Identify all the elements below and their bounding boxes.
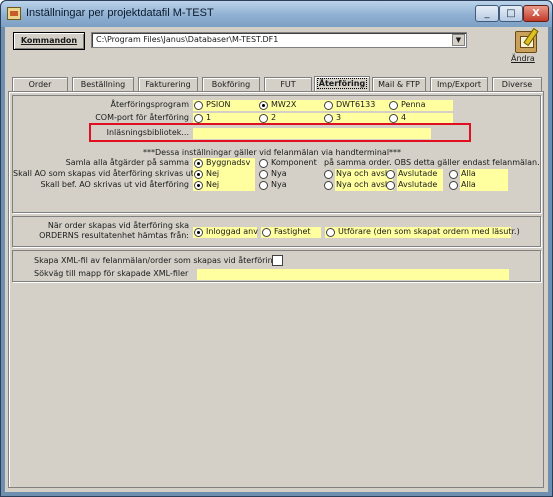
radio-ao-nya-och-avsl-label: Nya och avsl. (336, 169, 390, 178)
return-settings-group: Återföringsprogram PSION MW2X DWT6133 Pe… (12, 95, 541, 213)
radio-existing-nya-och-avsl[interactable] (324, 181, 333, 190)
radio-penna[interactable] (389, 101, 398, 110)
chevron-down-icon[interactable]: ▼ (452, 34, 465, 46)
result-unit-label-1: När order skapas vid återföring ska (47, 221, 189, 230)
radio-mw2x-label: MW2X (271, 100, 297, 109)
xml-folder-label: Sökväg till mapp för skapade XML-filer (34, 269, 189, 278)
return-program-label: Återföringsprogram (110, 100, 189, 109)
radio-utforare[interactable] (326, 228, 335, 237)
radio-inloggad-anv-label: Inloggad anv (206, 227, 258, 236)
radio-ao-alla-label: Alla (461, 169, 476, 178)
radio-gather-byggnadsv-label: Byggnadsv (206, 158, 251, 167)
radio-dwt6133[interactable] (324, 101, 333, 110)
radio-com-3[interactable] (324, 114, 333, 123)
client-area: Kommandon C:\Program Files\Janus\Databas… (5, 27, 548, 492)
handterminal-note: ***Dessa inställningar gäller vid felanm… (143, 148, 402, 157)
xml-create-label: Skapa XML-fil av felanmälan/order som sk… (34, 256, 278, 265)
radio-fastighet[interactable] (262, 228, 271, 237)
radio-ao-nya-label: Nya (271, 169, 287, 178)
existing-ao-label: Skall bef. AO skrivas ut vid återföring (40, 180, 189, 189)
radio-utforare-label: Utförare (den som skapat ordern med läsu… (338, 227, 520, 236)
result-unit-group: När order skapas vid återföring ska ORDE… (12, 216, 541, 247)
radio-com-4-label: 4 (401, 113, 407, 122)
tab-order[interactable]: Order (12, 77, 68, 91)
radio-existing-nya[interactable] (259, 181, 268, 190)
radio-ao-nya-och-avsl[interactable] (324, 170, 333, 179)
radio-existing-alla-label: Alla (461, 180, 476, 189)
edit-button[interactable]: Ändra (511, 28, 541, 70)
tab-page-aterforing: Återföringsprogram PSION MW2X DWT6133 Pe… (8, 91, 544, 488)
edit-document-icon (515, 31, 537, 53)
close-button[interactable]: X (523, 5, 549, 22)
radio-existing-nej-label: Nej (206, 180, 220, 189)
radio-penna-label: Penna (401, 100, 426, 109)
radio-fastighet-label: Fastighet (274, 227, 311, 236)
tab-fut[interactable]: FUT (264, 77, 312, 91)
radio-psion[interactable] (194, 101, 203, 110)
radio-com-1-label: 1 (206, 113, 212, 122)
title-bar[interactable]: Inställningar per projektdatafil M-TEST … (1, 1, 552, 27)
radio-existing-avslutade[interactable] (386, 181, 395, 190)
radio-existing-alla[interactable] (449, 181, 458, 190)
radio-ao-nej[interactable] (194, 170, 203, 179)
datafile-path-value: C:\Program Files\Janus\Databaser\M-TEST.… (96, 35, 279, 44)
settings-window: Inställningar per projektdatafil M-TEST … (0, 0, 553, 497)
com-port-label: COM-port för återföring (95, 113, 189, 122)
radio-existing-nya-och-avsl-label: Nya och avsl. (336, 180, 390, 189)
tab-aterforing[interactable]: Återföring (314, 76, 370, 91)
radio-gather-komponent-label: Komponent (271, 158, 317, 167)
radio-existing-nej[interactable] (194, 181, 203, 190)
xml-create-checkbox[interactable] (272, 255, 283, 266)
radio-com-4[interactable] (389, 114, 398, 123)
radio-inloggad-anv[interactable] (194, 228, 203, 237)
commands-button[interactable]: Kommandon (13, 32, 85, 50)
radio-com-3-label: 3 (336, 113, 342, 122)
radio-ao-avslutade-label: Avslutade (398, 169, 438, 178)
datafile-path-select[interactable]: C:\Program Files\Janus\Databaser\M-TEST.… (91, 32, 467, 48)
xml-export-group: Skapa XML-fil av felanmälan/order som sk… (12, 250, 541, 282)
radio-dwt6133-label: DWT6133 (336, 100, 376, 109)
radio-com-1[interactable] (194, 114, 203, 123)
radio-com-2[interactable] (259, 114, 268, 123)
app-icon (7, 7, 21, 20)
tab-bar: Order Beställning Fakturering Bokföring … (8, 76, 546, 91)
gather-note: på samma order. OBS detta gäller endast … (324, 158, 540, 167)
radio-existing-nya-label: Nya (271, 180, 287, 189)
window-title: Inställningar per projektdatafil M-TEST (26, 7, 214, 19)
radio-gather-komponent[interactable] (259, 159, 268, 168)
xml-folder-field[interactable] (197, 269, 509, 280)
tab-bokforing[interactable]: Bokföring (202, 77, 260, 91)
result-unit-label-2: ORDERNS resultatenhet hämtas från: (39, 231, 189, 240)
radio-ao-nya[interactable] (259, 170, 268, 179)
radio-gather-byggnadsv[interactable] (194, 159, 203, 168)
radio-psion-label: PSION (206, 100, 231, 109)
radio-ao-nej-label: Nej (206, 169, 220, 178)
radio-ao-avslutade[interactable] (386, 170, 395, 179)
tab-imp-export[interactable]: Imp/Export (430, 77, 488, 91)
minimize-button[interactable]: _ (475, 5, 499, 22)
ao-print-label: Skall AO som skapas vid återföring skriv… (13, 169, 194, 178)
tab-mail-ftp[interactable]: Mail & FTP (372, 77, 426, 91)
highlight-box (89, 123, 471, 142)
radio-existing-avslutade-label: Avslutade (398, 180, 438, 189)
radio-ao-alla[interactable] (449, 170, 458, 179)
edit-button-label: Ändra (511, 54, 535, 63)
gather-actions-label: Samla alla åtgärder på samma (65, 158, 189, 167)
tab-bestallning[interactable]: Beställning (72, 77, 134, 91)
maximize-button[interactable]: □ (499, 5, 523, 22)
radio-com-2-label: 2 (271, 113, 277, 122)
radio-mw2x[interactable] (259, 101, 268, 110)
tab-diverse[interactable]: Diverse (492, 77, 542, 91)
tab-fakturering[interactable]: Fakturering (138, 77, 198, 91)
